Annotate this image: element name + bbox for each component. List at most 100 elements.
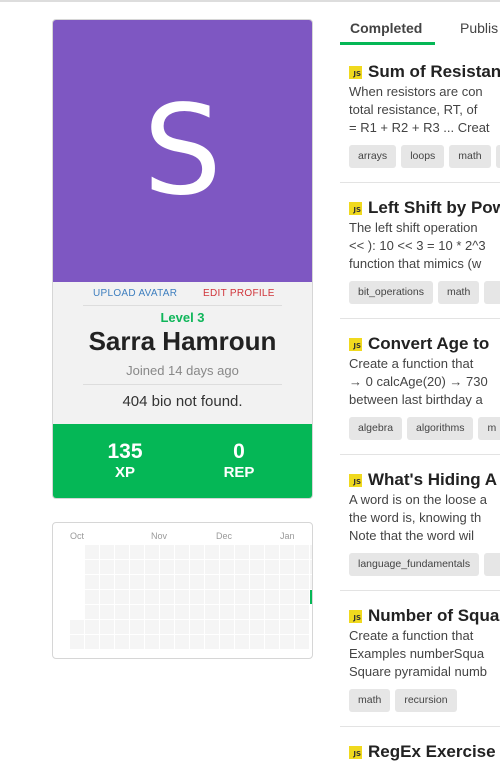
kata-description-line: Create a function that — [349, 356, 474, 371]
activity-cell — [280, 635, 294, 649]
kata-description-line: << ): 10 << 3 = 10 * 2^3 — [349, 238, 486, 253]
kata-tags: algebra algorithms m — [349, 417, 500, 440]
activity-cell — [205, 560, 219, 574]
tab-published[interactable]: Publis — [460, 20, 498, 36]
tag[interactable] — [484, 553, 500, 576]
kata-item[interactable]: JS Number of Squa Create a function that… — [340, 606, 500, 726]
activity-graph: Oct Nov Dec Jan — [52, 522, 313, 659]
activity-cell — [85, 560, 99, 574]
activity-cell — [190, 545, 204, 559]
tag[interactable]: m — [478, 417, 500, 440]
avatar: S — [53, 20, 312, 282]
activity-cell — [205, 590, 219, 604]
activity-cell — [205, 620, 219, 634]
activity-cell — [220, 620, 234, 634]
activity-cell — [250, 545, 264, 559]
kata-title[interactable]: Number of Squa — [368, 606, 499, 626]
activity-cell — [160, 635, 174, 649]
activity-cell — [265, 605, 279, 619]
kata-item[interactable]: JS What's Hiding A A word is on the loos… — [340, 470, 500, 590]
tag[interactable]: loops — [401, 145, 445, 168]
activity-cell — [175, 560, 189, 574]
tag[interactable]: language_fundamentals — [349, 553, 480, 576]
kata-item[interactable]: JS RegEx Exercise — [340, 742, 500, 764]
tab-completed[interactable]: Completed — [350, 20, 422, 36]
kata-title[interactable]: What's Hiding A — [368, 470, 497, 490]
activity-cell — [220, 635, 234, 649]
tag[interactable]: math — [449, 145, 491, 168]
edit-profile-link[interactable]: EDIT PROFILE — [203, 288, 275, 299]
activity-cell — [235, 560, 249, 574]
activity-cell — [280, 605, 294, 619]
activity-cell — [190, 620, 204, 634]
activity-cell — [220, 605, 234, 619]
tag[interactable]: algebra — [349, 417, 403, 440]
tag[interactable]: math — [349, 689, 391, 712]
activity-cell — [310, 560, 312, 574]
tag[interactable] — [495, 145, 500, 168]
kata-item[interactable]: JS Left Shift by Pow The left shift oper… — [340, 198, 500, 318]
activity-cell — [130, 560, 144, 574]
divider — [83, 305, 282, 306]
activity-cell — [295, 575, 309, 589]
tag[interactable]: bit_operations — [349, 281, 433, 304]
activity-cell — [295, 605, 309, 619]
kata-description-line: The left shift operation — [349, 220, 478, 235]
activity-cell — [250, 560, 264, 574]
kata-description-line: A word is on the loose a — [349, 492, 488, 507]
activity-cell — [235, 575, 249, 589]
activity-cell — [100, 560, 114, 574]
activity-cell — [145, 605, 159, 619]
kata-title[interactable]: Sum of Resistanc — [368, 62, 500, 82]
activity-cell — [295, 635, 309, 649]
activity-cell — [100, 545, 114, 559]
activity-cell — [100, 620, 114, 634]
divider — [340, 726, 500, 727]
activity-cell — [265, 590, 279, 604]
activity-cell — [130, 590, 144, 604]
rep-value: 0 — [233, 440, 245, 463]
kata-description-line: When resistors are con — [349, 84, 483, 99]
activity-cell — [115, 545, 129, 559]
kata-description-line: → 0 calcAge(20) → 730 — [349, 374, 488, 389]
activity-cell — [160, 560, 174, 574]
kata-title[interactable]: Convert Age to — [368, 334, 489, 354]
javascript-icon: JS — [349, 474, 362, 487]
stats-panel: 135 XP 0 REP — [53, 424, 312, 498]
tag[interactable]: recursion — [395, 689, 457, 712]
activity-cell — [265, 545, 279, 559]
activity-cell — [280, 575, 294, 589]
kata-title[interactable]: Left Shift by Pow — [368, 198, 500, 218]
activity-cell — [220, 560, 234, 574]
kata-item[interactable]: JS Sum of Resistanc When resistors are c… — [340, 62, 500, 182]
activity-cell — [85, 575, 99, 589]
xp-stat: 135 XP — [80, 440, 170, 482]
activity-cell — [190, 605, 204, 619]
activity-cell — [115, 575, 129, 589]
tag[interactable]: algorithms — [407, 417, 474, 440]
activity-cell — [175, 605, 189, 619]
upload-avatar-link[interactable]: UPLOAD AVATAR — [93, 288, 177, 299]
tag[interactable]: arrays — [349, 145, 397, 168]
xp-value: 135 — [107, 440, 143, 463]
month-label: Oct — [70, 531, 85, 541]
activity-cell — [175, 575, 189, 589]
tag[interactable]: math — [437, 281, 480, 304]
profile-card: S UPLOAD AVATAR EDIT PROFILE Level 3 Sar… — [52, 19, 313, 499]
activity-cell — [130, 575, 144, 589]
kata-description-line: the word is, knowing th — [349, 510, 482, 525]
activity-cell — [130, 605, 144, 619]
activity-cell — [100, 635, 114, 649]
joined-date: Joined 14 days ago — [126, 363, 239, 378]
kata-description-line: Create a function that — [349, 628, 474, 643]
activity-cell — [250, 575, 264, 589]
activity-cell — [85, 620, 99, 634]
activity-cell — [145, 560, 159, 574]
kata-item[interactable]: JS Convert Age to Create a function that… — [340, 334, 500, 454]
activity-cell — [280, 560, 294, 574]
kata-title[interactable]: RegEx Exercise — [368, 742, 496, 762]
tag[interactable] — [484, 281, 500, 304]
activity-cell — [160, 620, 174, 634]
kata-description-line: total resistance, RT, of — [349, 102, 478, 117]
activity-cell — [115, 605, 129, 619]
